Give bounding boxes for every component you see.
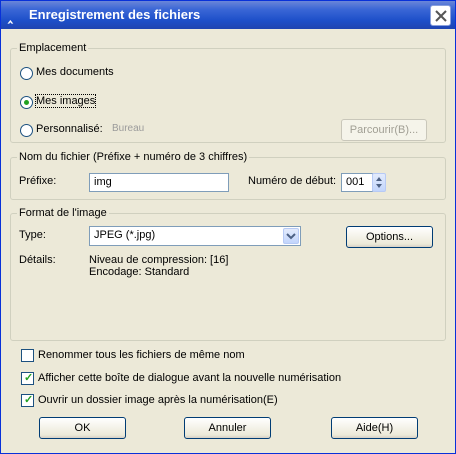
window-title: Enregistrement des fichiers [29,7,201,22]
prefix-input[interactable]: img [89,173,229,192]
format-legend: Format de l'image [17,207,109,219]
details-compression: Niveau de compression: [16] [89,254,229,266]
options-button[interactable]: Options... [346,226,433,248]
start-number-input[interactable]: 001 [341,173,373,192]
app-icon: ‸ [8,7,13,23]
radio-my-documents[interactable] [20,67,33,80]
show-dialog-checkbox[interactable]: ✓ [21,372,34,385]
details-encoding: Encodage: Standard [89,266,190,278]
details-label: Détails: [19,254,56,266]
title-bar[interactable]: ‸ Enregistrement des fichiers [1,1,455,29]
filename-legend: Nom du fichier (Préfixe + numéro de 3 ch… [17,151,250,163]
dropdown-arrow-icon [286,233,296,240]
browse-button[interactable]: Parcourir(B)... [341,119,427,141]
start-number-spinner[interactable] [372,173,386,192]
radio-my-documents-label[interactable]: Mes documents [36,66,114,78]
type-select[interactable]: JPEG (*.jpg) [89,226,301,246]
location-group: Emplacement Mes documents Mes images Per… [10,42,446,143]
radio-my-pictures[interactable] [20,96,33,109]
spinner-arrows-icon [376,177,382,188]
show-dialog-checkbox-label[interactable]: Afficher cette boîte de dialogue avant l… [38,372,341,384]
save-dialog-window: ‸ Enregistrement des fichiers Emplacemen… [0,0,456,454]
dialog-body: Emplacement Mes documents Mes images Per… [6,32,450,449]
radio-custom[interactable] [20,124,33,137]
filename-group: Nom du fichier (Préfixe + numéro de 3 ch… [10,151,446,200]
open-folder-checkbox[interactable]: ✓ [21,394,34,407]
check-icon: ✓ [24,372,34,384]
rename-checkbox[interactable] [21,349,34,362]
start-number-label: Numéro de début: [248,175,337,187]
chevron-down-icon[interactable] [283,228,299,244]
open-folder-checkbox-label[interactable]: Ouvrir un dossier image après la numéris… [38,394,278,406]
close-icon [435,10,447,22]
rename-checkbox-label[interactable]: Renommer tous les fichiers de même nom [38,349,245,361]
ok-button[interactable]: OK [39,417,126,439]
location-legend: Emplacement [17,42,89,54]
check-icon: ✓ [24,394,34,406]
custom-path-text: Bureau [112,123,145,134]
prefix-label: Préfixe: [19,175,57,187]
image-format-group: Format de l'image Type: JPEG (*.jpg) Opt… [10,207,446,341]
close-button[interactable] [430,5,451,26]
cancel-button[interactable]: Annuler [184,417,271,439]
type-select-value: JPEG (*.jpg) [94,229,156,241]
radio-my-pictures-label[interactable]: Mes images [34,94,97,108]
help-button[interactable]: Aide(H) [331,417,418,439]
radio-custom-label[interactable]: Personnalisé: [36,123,103,135]
type-label: Type: [19,229,46,241]
